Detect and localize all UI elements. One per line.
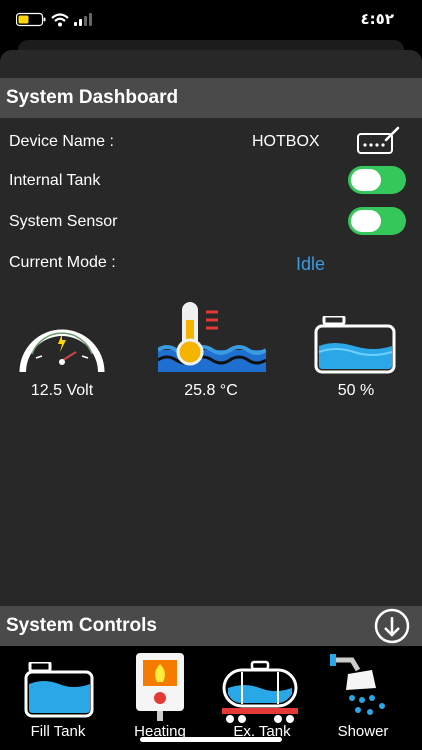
voltage-value: 12.5 Volt	[30, 382, 94, 399]
fill-tank-icon	[24, 660, 94, 718]
internal-tank-label: Internal Tank	[9, 172, 101, 189]
toggle-knob	[351, 169, 381, 191]
fill-tank-button[interactable]	[24, 660, 94, 723]
status-time: ٤:٥٢	[360, 10, 394, 28]
shower-label: Shower	[337, 723, 389, 740]
current-mode-label: Current Mode :	[9, 254, 116, 271]
status-bar: ٤:٥٢	[0, 0, 422, 40]
wifi-icon	[51, 13, 69, 27]
device-name-label: Device Name :	[9, 133, 114, 150]
shower-icon	[330, 654, 385, 715]
internal-tank-toggle[interactable]	[348, 166, 406, 194]
status-icons	[15, 11, 106, 34]
heating-icon	[136, 653, 184, 721]
tank-level-icon	[314, 314, 398, 379]
heating-button[interactable]	[135, 652, 185, 727]
battery-icon	[15, 12, 46, 27]
system-sensor-toggle[interactable]	[348, 207, 406, 235]
signal-icon	[74, 13, 92, 26]
current-mode-value: Idle	[296, 254, 326, 274]
temperature-value: 25.8 °C	[184, 382, 238, 399]
voltage-gauge-icon	[16, 318, 108, 379]
system-sensor-label: System Sensor	[9, 213, 118, 230]
shower-button[interactable]	[330, 650, 392, 723]
toggle-knob	[351, 210, 381, 232]
edit-keyboard-icon[interactable]	[356, 126, 402, 161]
ex-tank-icon	[222, 660, 298, 723]
controls-header: System Controls	[0, 606, 422, 646]
home-indicator	[140, 737, 282, 742]
tank-level-value: 50 %	[337, 382, 375, 399]
fill-tank-label: Fill Tank	[30, 723, 86, 740]
arrow-down-circle-icon[interactable]	[373, 607, 411, 650]
ex-tank-button[interactable]	[220, 660, 300, 729]
dashboard-header: System Dashboard	[0, 78, 422, 118]
device-name-value: HOTBOX	[252, 133, 320, 150]
thermometer-icon	[156, 300, 268, 377]
